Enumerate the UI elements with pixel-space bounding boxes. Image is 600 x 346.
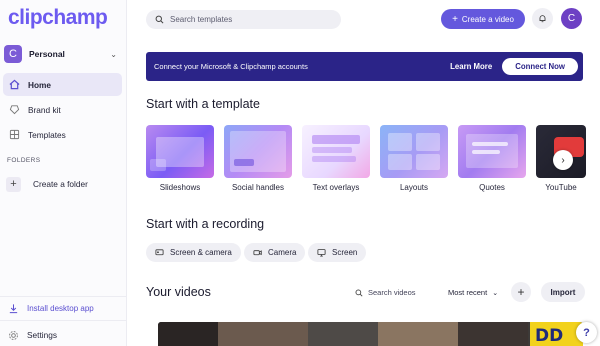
create-folder-button[interactable]: + Create a folder <box>4 174 122 194</box>
sidebar-item-label: Templates <box>28 129 66 140</box>
screen-camera-icon <box>155 249 164 256</box>
create-video-label: Create a video <box>461 14 514 24</box>
search-placeholder: Search templates <box>170 15 233 24</box>
help-button[interactable]: ? <box>576 322 597 343</box>
search-icon <box>155 15 164 24</box>
record-screen-button[interactable]: Screen <box>308 243 367 262</box>
sidebar-item-label: Home <box>28 79 52 90</box>
clipchamp-logo[interactable]: clipchamp <box>8 6 108 30</box>
create-folder-label: Create a folder <box>33 179 88 189</box>
templates-icon <box>8 129 20 141</box>
template-card-slideshows[interactable] <box>146 125 214 178</box>
video-search-input[interactable]: Search videos <box>355 288 416 297</box>
notifications-button[interactable] <box>532 8 553 29</box>
video-search-placeholder: Search videos <box>368 288 416 297</box>
bell-icon <box>539 15 546 23</box>
brand-kit-icon <box>8 104 20 116</box>
home-icon <box>8 79 20 91</box>
settings-link[interactable]: Settings <box>7 329 57 341</box>
new-folder-button[interactable]: + <box>511 282 531 302</box>
workspace-name: Personal <box>29 49 65 59</box>
carousel-next-button[interactable]: › <box>553 150 573 170</box>
chevron-right-icon: › <box>561 154 565 166</box>
svg-text:DD: DD <box>535 326 563 346</box>
template-label: Social handles <box>231 183 285 192</box>
template-label: Quotes <box>479 183 505 192</box>
sort-label: Most recent <box>448 288 488 297</box>
monitor-icon <box>317 249 326 257</box>
settings-label: Settings <box>27 330 57 340</box>
sidebar-item-home[interactable]: Home <box>3 73 122 96</box>
sidebar: clipchamp C Personal ⌄ Home Brand kit Te… <box>0 0 127 346</box>
sidebar-divider <box>0 296 127 297</box>
chevron-down-icon: ⌄ <box>492 289 499 297</box>
recording-section-title: Start with a recording <box>146 217 265 231</box>
download-icon <box>7 302 19 314</box>
template-card-layouts[interactable] <box>380 125 448 178</box>
sidebar-item-templates[interactable]: Templates <box>3 123 122 146</box>
template-card-social-handles[interactable] <box>224 125 292 178</box>
install-label: Install desktop app <box>27 303 94 313</box>
import-button[interactable]: Import <box>541 282 585 302</box>
record-option-label: Camera <box>268 248 297 257</box>
template-label: YouTube <box>545 183 577 192</box>
template-card-text-overlays[interactable] <box>302 125 370 178</box>
plus-icon: + <box>6 176 21 192</box>
banner-text: Connect your Microsoft & Clipchamp accou… <box>154 62 308 71</box>
template-search-input[interactable]: Search templates <box>146 10 341 29</box>
sidebar-divider <box>0 320 127 321</box>
template-label: Layouts <box>399 183 429 192</box>
plus-icon: + <box>452 13 458 25</box>
sidebar-item-label: Brand kit <box>28 104 61 115</box>
workspace-avatar: C <box>4 45 22 63</box>
chevron-down-icon: ⌄ <box>110 49 117 59</box>
record-camera-button[interactable]: Camera <box>244 243 306 262</box>
record-option-label: Screen <box>332 248 358 257</box>
sidebar-item-brand-kit[interactable]: Brand kit <box>3 98 122 121</box>
videos-section-title: Your videos <box>146 285 211 299</box>
workspace-switcher[interactable]: C Personal ⌄ <box>4 44 121 64</box>
templates-section-title: Start with a template <box>146 97 260 111</box>
record-option-label: Screen & camera <box>170 248 232 257</box>
user-avatar[interactable]: C <box>561 8 582 29</box>
template-card-quotes[interactable] <box>458 125 526 178</box>
record-screen-camera-button[interactable]: Screen & camera <box>146 243 241 262</box>
install-desktop-app-link[interactable]: Install desktop app <box>7 302 94 314</box>
template-label: Slideshows <box>159 183 201 192</box>
folders-heading: FOLDERS <box>7 157 41 164</box>
camera-icon <box>253 250 262 256</box>
video-thumbnail-image: DD <box>158 322 583 346</box>
plus-icon: + <box>517 285 525 299</box>
sort-dropdown[interactable]: Most recent ⌄ <box>448 288 498 297</box>
template-label: Text overlays <box>312 183 360 192</box>
search-icon <box>355 289 363 297</box>
connect-accounts-banner: Connect your Microsoft & Clipchamp accou… <box>146 52 583 81</box>
connect-now-button[interactable]: Connect Now <box>502 58 578 75</box>
gear-icon <box>7 329 19 341</box>
create-video-button[interactable]: + Create a video <box>441 9 525 29</box>
learn-more-link[interactable]: Learn More <box>450 62 492 71</box>
video-thumbnail[interactable]: DD <box>158 322 583 346</box>
